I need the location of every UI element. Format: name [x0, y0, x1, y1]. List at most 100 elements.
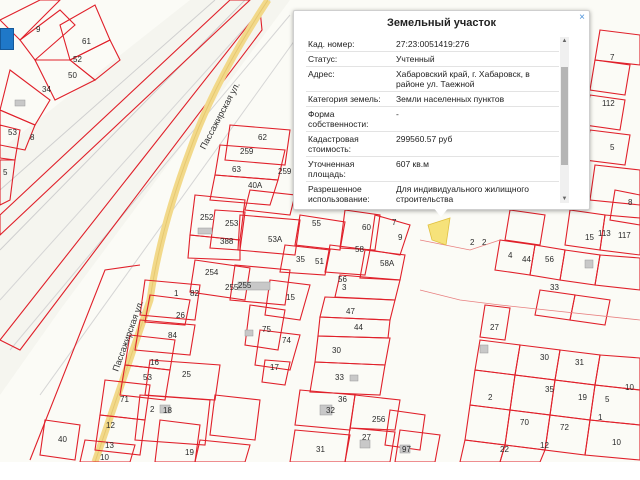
svg-text:16: 16: [150, 358, 159, 367]
attr-label: Статус:: [306, 51, 394, 67]
svg-text:112: 112: [602, 99, 615, 108]
svg-text:30: 30: [540, 353, 549, 362]
svg-text:44: 44: [354, 323, 363, 332]
popup-scrollbar[interactable]: ▲ ▼: [560, 37, 569, 203]
svg-text:63: 63: [232, 165, 241, 174]
svg-text:82: 82: [190, 289, 199, 298]
svg-text:84: 84: [168, 331, 177, 340]
scroll-thumb[interactable]: [561, 67, 568, 165]
svg-text:2: 2: [488, 393, 493, 402]
svg-text:9: 9: [36, 25, 41, 34]
svg-text:5: 5: [610, 143, 615, 152]
svg-text:1: 1: [174, 289, 179, 298]
svg-text:58: 58: [355, 245, 364, 254]
attr-value: -: [394, 106, 559, 132]
svg-text:25: 25: [182, 370, 191, 379]
svg-text:61: 61: [82, 37, 91, 46]
svg-text:53: 53: [8, 128, 17, 137]
svg-text:44: 44: [522, 255, 531, 264]
svg-text:256: 256: [372, 415, 386, 424]
map-viewer: Пассажирская ул. Пассажирская ул. 9 61 5…: [0, 0, 640, 480]
svg-text:388: 388: [220, 237, 234, 246]
svg-text:35: 35: [296, 255, 305, 264]
popup-content: Кад. номер: 27:23:0051419:276 Статус: Учте…: [306, 37, 559, 203]
svg-text:1: 1: [598, 413, 603, 422]
table-row: Уточненная площадь: 607 кв.м: [306, 156, 559, 182]
svg-text:9: 9: [398, 233, 403, 242]
svg-text:53: 53: [143, 373, 152, 382]
svg-text:8: 8: [628, 198, 633, 207]
svg-text:26: 26: [176, 311, 185, 320]
svg-text:2: 2: [150, 405, 155, 414]
svg-text:255: 255: [225, 283, 239, 292]
svg-text:30: 30: [332, 346, 341, 355]
table-row: Форма собственности: -: [306, 106, 559, 132]
svg-text:19: 19: [578, 393, 587, 402]
svg-text:19: 19: [185, 448, 194, 457]
svg-text:22: 22: [500, 445, 509, 454]
svg-text:12: 12: [540, 441, 549, 450]
svg-text:7: 7: [610, 53, 615, 62]
svg-text:113: 113: [598, 229, 611, 238]
svg-text:17: 17: [270, 363, 279, 372]
attr-value: Учтенный: [394, 51, 559, 67]
svg-text:34: 34: [42, 85, 51, 94]
svg-text:31: 31: [316, 445, 325, 454]
svg-text:97: 97: [402, 445, 411, 454]
layers-toggle-button[interactable]: [0, 28, 14, 50]
table-row: Категория земель: Земли населенных пункто…: [306, 91, 559, 107]
svg-text:40: 40: [58, 435, 67, 444]
svg-text:254: 254: [205, 268, 219, 277]
scroll-down-arrow-icon[interactable]: ▼: [560, 195, 569, 203]
svg-text:7: 7: [392, 218, 397, 227]
attr-value: 299560.57 руб: [394, 131, 559, 157]
svg-text:72: 72: [560, 423, 569, 432]
svg-text:74: 74: [282, 336, 291, 345]
svg-text:10: 10: [612, 438, 621, 447]
attr-label: Кадастровая стоимость:: [306, 131, 394, 157]
popup-pointer: [433, 207, 449, 217]
svg-text:27: 27: [490, 323, 499, 332]
svg-text:5: 5: [605, 395, 610, 404]
svg-text:3: 3: [342, 283, 347, 292]
svg-text:53А: 53А: [268, 235, 283, 244]
attr-value: 607 кв.м: [394, 156, 559, 182]
svg-text:36: 36: [338, 395, 347, 404]
svg-text:253: 253: [225, 219, 239, 228]
table-row: Разрешенное использование: Для индивидуал…: [306, 181, 559, 203]
scroll-up-arrow-icon[interactable]: ▲: [560, 37, 569, 45]
svg-text:27: 27: [362, 433, 371, 442]
svg-text:8: 8: [30, 133, 35, 142]
attr-label: Разрешенное использование:: [306, 181, 394, 203]
svg-text:51: 51: [315, 257, 324, 266]
svg-text:2: 2: [482, 238, 487, 247]
svg-text:62: 62: [258, 133, 267, 142]
svg-text:117: 117: [618, 231, 631, 240]
table-row: Кад. номер: 27:23:0051419:276: [306, 37, 559, 52]
attr-label: Уточненная площадь:: [306, 156, 394, 182]
svg-text:50: 50: [68, 71, 77, 80]
svg-text:47: 47: [346, 307, 355, 316]
svg-text:13: 13: [105, 441, 114, 450]
attr-value: Для индивидуального жилищного строительс…: [394, 181, 559, 203]
svg-text:255: 255: [238, 281, 252, 290]
svg-text:10: 10: [100, 453, 109, 462]
attr-value: Земли населенных пунктов: [394, 91, 559, 107]
svg-text:52: 52: [73, 55, 82, 64]
svg-text:10: 10: [625, 383, 634, 392]
svg-text:33: 33: [550, 283, 559, 292]
close-icon[interactable]: ×: [576, 12, 588, 24]
parcel-attributes-table: Кад. номер: 27:23:0051419:276 Статус: Учте…: [306, 37, 559, 203]
svg-text:32: 32: [326, 406, 335, 415]
table-row: Кадастровая стоимость: 299560.57 руб: [306, 131, 559, 157]
svg-text:15: 15: [585, 233, 594, 242]
parcel-info-popup: Земельный участок Кад. номер: 27:23:00514…: [293, 10, 590, 210]
svg-text:12: 12: [106, 421, 115, 430]
svg-text:15: 15: [286, 293, 295, 302]
svg-text:56: 56: [545, 255, 554, 264]
attr-label: Кад. номер:: [306, 37, 394, 52]
attr-value: Хабаровский край, г. Хабаровск, в районе…: [394, 66, 559, 92]
svg-text:40А: 40А: [248, 181, 263, 190]
svg-text:4: 4: [508, 251, 513, 260]
table-row: Статус: Учтенный: [306, 51, 559, 67]
